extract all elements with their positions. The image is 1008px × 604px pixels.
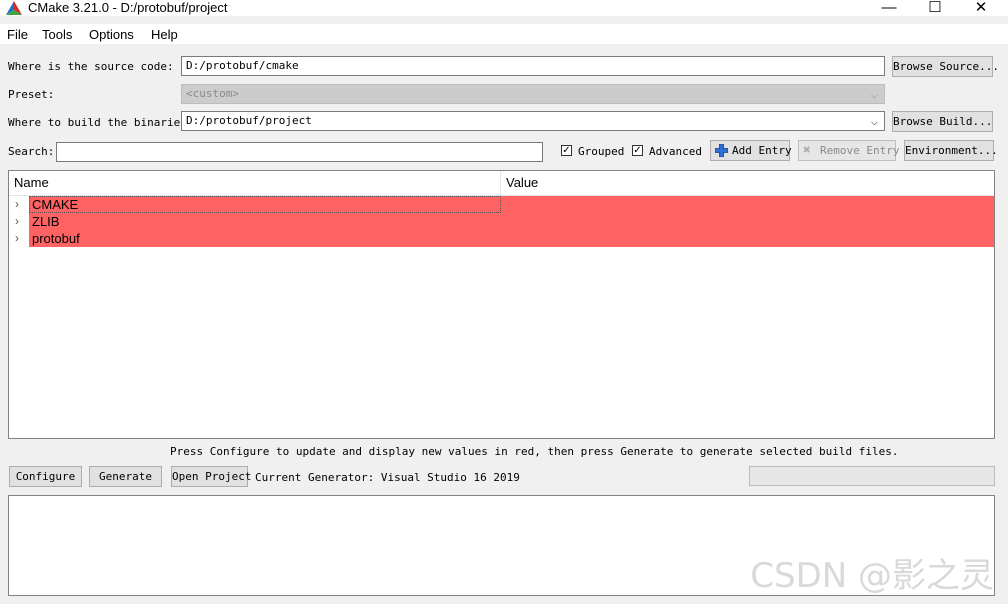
row-name: CMAKE <box>32 197 79 212</box>
tree-row[interactable]: ZLIB <box>29 213 994 230</box>
generator-text: Current Generator: Visual Studio 16 2019 <box>255 471 520 484</box>
maximize-icon: ☐ <box>928 0 942 16</box>
preset-value: <custom> <box>186 87 239 100</box>
search-input[interactable] <box>56 142 543 162</box>
watermark: CSDN @影之灵 <box>750 556 994 596</box>
row-name: ZLIB <box>32 214 60 229</box>
chevron-down-icon[interactable]: ⌵ <box>871 112 878 130</box>
browse-source-button[interactable]: Browse Source... <box>892 56 999 77</box>
remove-icon: ✖ <box>803 143 811 158</box>
search-label: Search: <box>8 145 55 158</box>
advanced-label: Advanced <box>649 145 702 158</box>
remove-entry-button: ✖ Remove Entry <box>798 140 900 161</box>
menu-options[interactable]: Options <box>89 27 134 42</box>
maximize-button[interactable]: ☐ <box>912 0 958 16</box>
preset-select: <custom> ⌵ <box>181 84 885 104</box>
menu-file[interactable]: File <box>7 27 28 42</box>
column-name[interactable]: Name <box>9 171 501 195</box>
hint-text: Press Configure to update and display ne… <box>170 445 899 458</box>
chevron-right-icon[interactable]: › <box>15 230 19 247</box>
chevron-right-icon[interactable]: › <box>15 196 19 213</box>
row-name: protobuf <box>32 231 80 246</box>
minimize-icon: — <box>881 0 897 16</box>
cmake-logo-icon <box>6 1 22 15</box>
close-icon: ✕ <box>974 0 988 16</box>
tree-row[interactable]: protobuf <box>29 230 994 247</box>
open-project-button[interactable]: Open Project <box>171 466 251 487</box>
menu-help[interactable]: Help <box>151 27 178 42</box>
grouped-label: Grouped <box>578 145 625 158</box>
source-input[interactable]: D:/protobuf/cmake <box>181 56 885 76</box>
add-entry-label: Add Entry <box>732 144 792 157</box>
chevron-right-icon[interactable]: › <box>15 213 19 230</box>
tree-row[interactable]: CMAKE <box>29 196 994 213</box>
close-button[interactable]: ✕ <box>958 0 1004 16</box>
build-input[interactable]: D:/protobuf/project ⌵ <box>181 111 885 131</box>
advanced-checkbox[interactable]: ✓ <box>632 145 643 156</box>
build-label: Where to build the binaries: <box>8 116 194 129</box>
tree-header: Name Value <box>9 171 994 196</box>
column-value[interactable]: Value <box>501 171 994 195</box>
build-value: D:/protobuf/project <box>186 114 312 127</box>
progress-bar <box>749 466 995 486</box>
configure-button[interactable]: Configure <box>9 466 82 487</box>
generate-button[interactable]: Generate <box>89 466 162 487</box>
browse-build-button[interactable]: Browse Build... <box>892 111 993 132</box>
environment-button[interactable]: Environment... <box>904 140 998 161</box>
source-label: Where is the source code: <box>8 60 174 73</box>
menu-tools[interactable]: Tools <box>42 27 72 42</box>
preset-label: Preset: <box>8 88 55 101</box>
add-entry-button[interactable]: Add Entry <box>710 140 792 161</box>
minimize-button[interactable]: — <box>866 0 912 16</box>
plus-icon <box>715 144 728 157</box>
grouped-checkbox[interactable]: ✓ <box>561 145 572 156</box>
cache-tree[interactable]: Name Value › CMAKE › ZLIB › protobuf <box>8 170 995 439</box>
chevron-down-icon: ⌵ <box>870 87 878 101</box>
window-title: CMake 3.21.0 - D:/protobuf/project <box>28 0 228 15</box>
focus-rect <box>29 196 501 213</box>
remove-entry-label: Remove Entry <box>820 144 900 157</box>
